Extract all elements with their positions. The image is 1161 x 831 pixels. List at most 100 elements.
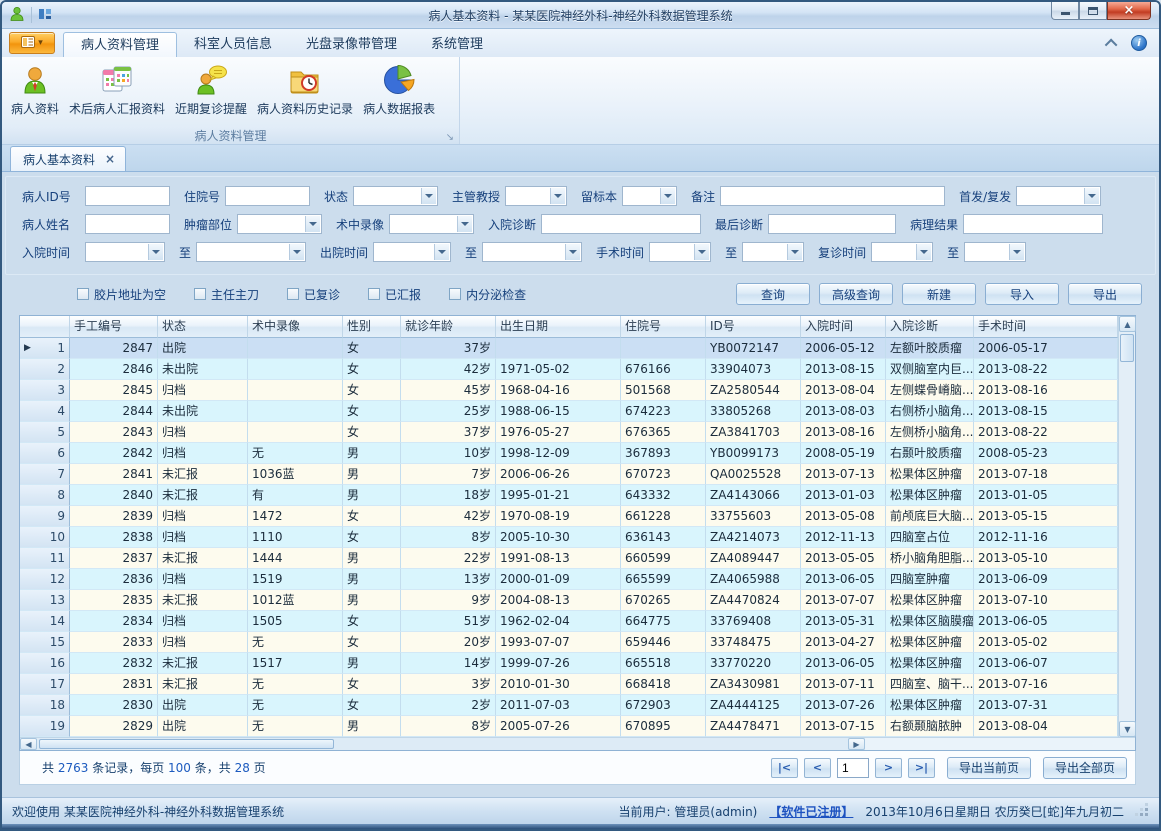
- minimize-button[interactable]: [1051, 2, 1079, 20]
- grid-cell[interactable]: 出院: [158, 716, 248, 737]
- grid-cell[interactable]: ZA4089447: [706, 548, 801, 569]
- filter-combo-留标本[interactable]: [622, 186, 677, 206]
- grid-cell[interactable]: 有: [248, 485, 343, 506]
- grid-cell[interactable]: 2013-08-22: [974, 422, 1118, 443]
- table-row[interactable]: 122836归档1519男13岁2000-01-09665599ZA406598…: [20, 569, 1118, 590]
- grid-cell[interactable]: 367893: [621, 443, 706, 464]
- grid-cell[interactable]: 45岁: [401, 380, 496, 401]
- grid-cell[interactable]: 无: [248, 674, 343, 695]
- checkbox-已复诊[interactable]: 已复诊: [287, 286, 340, 303]
- grid-cell[interactable]: 归档: [158, 422, 248, 443]
- table-row[interactable]: 32845归档女45岁1968-04-16501568ZA25805442013…: [20, 380, 1118, 401]
- grid-cell[interactable]: 归档: [158, 506, 248, 527]
- grid-column-header-术中录像[interactable]: 术中录像: [248, 316, 343, 338]
- grid-cell[interactable]: [621, 338, 706, 359]
- ribbon-button-patient-history[interactable]: 病人资料历史记录: [252, 61, 358, 119]
- filter-combo-至[interactable]: [196, 242, 306, 262]
- grid-cell[interactable]: 2834: [70, 611, 158, 632]
- scroll-down-button[interactable]: ▼: [1119, 721, 1136, 737]
- row-indicator[interactable]: 19: [20, 716, 70, 737]
- grid-cell[interactable]: ZA2580544: [706, 380, 801, 401]
- grid-column-header-ID号[interactable]: ID号: [706, 316, 801, 338]
- resize-grip[interactable]: [1136, 805, 1149, 818]
- grid-cell[interactable]: 女: [343, 527, 401, 548]
- grid-cell[interactable]: [496, 338, 621, 359]
- grid-cell[interactable]: 无: [248, 716, 343, 737]
- grid-cell[interactable]: 男: [343, 569, 401, 590]
- grid-cell[interactable]: 女: [343, 422, 401, 443]
- table-row[interactable]: 82840未汇报有男18岁1995-01-21643332ZA414306620…: [20, 485, 1118, 506]
- grid-cell[interactable]: ZA3430981: [706, 674, 801, 695]
- combo-dropdown-button[interactable]: [916, 244, 931, 260]
- grid-cell[interactable]: 男: [343, 716, 401, 737]
- row-indicator[interactable]: 12: [20, 569, 70, 590]
- grid-cell[interactable]: 7岁: [401, 464, 496, 485]
- grid-cell[interactable]: 501568: [621, 380, 706, 401]
- checkbox-box[interactable]: [194, 288, 206, 300]
- grid-cell[interactable]: 2836: [70, 569, 158, 590]
- filter-combo-出院时间[interactable]: [373, 242, 451, 262]
- combo-dropdown-button[interactable]: [434, 244, 449, 260]
- row-indicator[interactable]: 16: [20, 653, 70, 674]
- filter-input-住院号[interactable]: [225, 186, 310, 206]
- grid-cell[interactable]: 松果体区肿瘤: [886, 485, 974, 506]
- grid-cell[interactable]: 2832: [70, 653, 158, 674]
- checkbox-内分泌检查[interactable]: 内分泌检查: [449, 286, 526, 303]
- row-indicator[interactable]: 5: [20, 422, 70, 443]
- grid-cell[interactable]: 2013-07-10: [974, 590, 1118, 611]
- vertical-scrollbar-thumb[interactable]: [1120, 334, 1134, 362]
- grid-column-header-手工编号[interactable]: 手工编号: [70, 316, 158, 338]
- row-indicator[interactable]: 10: [20, 527, 70, 548]
- grid-cell[interactable]: 2833: [70, 632, 158, 653]
- grid-cell[interactable]: 男: [343, 485, 401, 506]
- grid-cell[interactable]: YB0099173: [706, 443, 801, 464]
- grid-cell[interactable]: 无: [248, 443, 343, 464]
- grid-cell[interactable]: 2013-08-16: [974, 380, 1118, 401]
- grid-cell[interactable]: ZA4065988: [706, 569, 801, 590]
- grid-cell[interactable]: 2843: [70, 422, 158, 443]
- checkbox-已汇报[interactable]: 已汇报: [368, 286, 421, 303]
- grid-cell[interactable]: 男: [343, 464, 401, 485]
- grid-cell[interactable]: 双侧脑室内巨...: [886, 359, 974, 380]
- combo-dropdown-button[interactable]: [550, 188, 565, 204]
- grid-cell[interactable]: 33748475: [706, 632, 801, 653]
- grid-cell[interactable]: 2013-06-07: [974, 653, 1118, 674]
- grid-cell[interactable]: 未汇报: [158, 674, 248, 695]
- grid-cell[interactable]: 9岁: [401, 590, 496, 611]
- grid-cell[interactable]: 670895: [621, 716, 706, 737]
- next-page-button[interactable]: >: [875, 758, 902, 778]
- dialog-launcher-icon[interactable]: ↘: [446, 132, 454, 143]
- grid-cell[interactable]: 松果体区脑膜瘤: [886, 611, 974, 632]
- grid-cell[interactable]: 未汇报: [158, 590, 248, 611]
- button-高级查询[interactable]: 高级查询: [819, 283, 893, 305]
- row-indicator[interactable]: 2: [20, 359, 70, 380]
- grid-cell[interactable]: 2013-08-15: [801, 359, 886, 380]
- grid-cell[interactable]: 松果体区肿瘤: [886, 653, 974, 674]
- grid-cell[interactable]: 25岁: [401, 401, 496, 422]
- grid-cell[interactable]: 22岁: [401, 548, 496, 569]
- tab-department-staff-info[interactable]: 科室人员信息: [177, 32, 289, 57]
- vertical-scrollbar[interactable]: ▲ ▼: [1118, 316, 1135, 737]
- close-button[interactable]: ×: [1107, 2, 1151, 20]
- horizontal-scrollbar-track[interactable]: [37, 738, 848, 750]
- grid-cell[interactable]: 未出院: [158, 359, 248, 380]
- grid-cell[interactable]: 1991-08-13: [496, 548, 621, 569]
- info-icon[interactable]: i: [1131, 35, 1147, 51]
- grid-cell[interactable]: 出院: [158, 338, 248, 359]
- grid-cell[interactable]: 2013-06-05: [801, 569, 886, 590]
- grid-cell[interactable]: 2844: [70, 401, 158, 422]
- grid-cell[interactable]: 2008-05-19: [801, 443, 886, 464]
- grid-cell[interactable]: 归档: [158, 380, 248, 401]
- grid-cell[interactable]: 1971-05-02: [496, 359, 621, 380]
- grid-cell[interactable]: 2841: [70, 464, 158, 485]
- horizontal-scrollbar[interactable]: ◀ ▶: [20, 738, 865, 750]
- grid-cell[interactable]: 女: [343, 632, 401, 653]
- grid-cell[interactable]: 1036蓝: [248, 464, 343, 485]
- row-indicator[interactable]: ▶1: [20, 338, 70, 359]
- grid-cell[interactable]: 643332: [621, 485, 706, 506]
- grid-cell[interactable]: ZA4143066: [706, 485, 801, 506]
- row-indicator[interactable]: 17: [20, 674, 70, 695]
- grid-cell[interactable]: 1444: [248, 548, 343, 569]
- filter-input-备注[interactable]: [720, 186, 945, 206]
- document-tab-patient-basic-info[interactable]: 病人基本资料 ×: [10, 146, 126, 171]
